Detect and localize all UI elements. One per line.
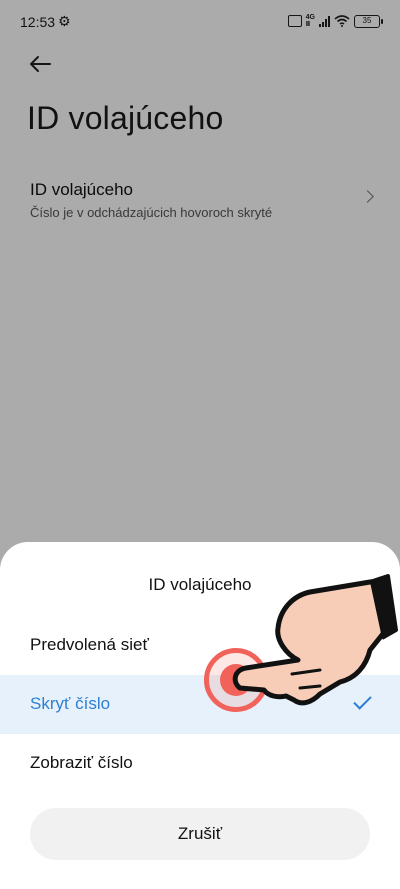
option-label: Predvolená sieť: [30, 635, 149, 654]
option-label: Skryť číslo: [30, 694, 111, 713]
option-label: Zobraziť číslo: [30, 753, 133, 772]
cancel-button[interactable]: Zrušiť: [30, 808, 370, 860]
pointing-hand-icon: [232, 574, 398, 706]
screen: 12:53 ⚙ 4G Ⅱ 35 ID volajúceho ID volajúce…: [0, 0, 400, 889]
option-show-number[interactable]: Zobraziť číslo: [0, 734, 400, 793]
